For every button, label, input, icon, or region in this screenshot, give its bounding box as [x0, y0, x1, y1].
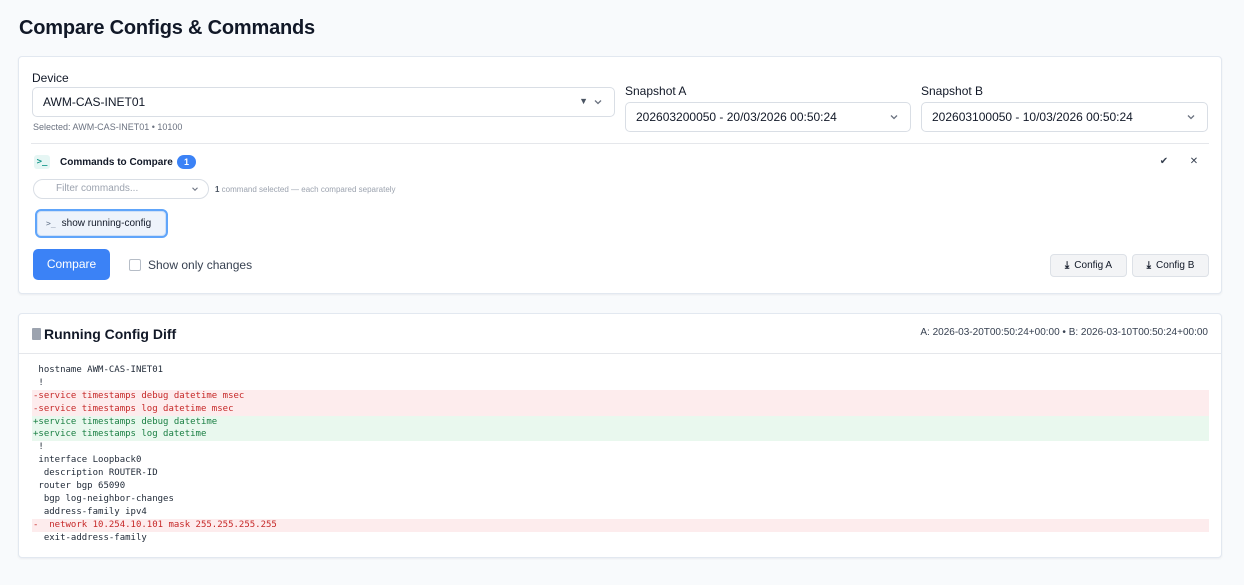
device-label: Device — [32, 71, 69, 85]
diff-line-added: +service timestamps log datetime — [32, 428, 1209, 442]
page-title: Compare Configs & Commands — [19, 17, 315, 39]
check-icon: ✔ — [1159, 156, 1169, 167]
filter-commands-input[interactable]: Filter commands... — [33, 179, 209, 199]
device-select-value: AWM-CAS-INET01 — [43, 95, 146, 109]
diff-line: router bgp 65090 — [33, 481, 126, 492]
config-b-label: Config B — [1156, 260, 1195, 271]
diff-meta: A: 2026-03-20T00:50:24+00:00 • B: 2026-0… — [920, 327, 1208, 338]
config-a-label: Config A — [1074, 260, 1113, 271]
filter-commands-placeholder: Filter commands... — [56, 183, 139, 194]
diff-card: Running Config Diff A: 2026-03-20T00:50:… — [18, 313, 1222, 558]
download-icon: ⤓ — [1064, 260, 1070, 271]
diff-line-removed: - network 10.254.10.101 mask 255.255.255… — [32, 518, 1209, 532]
device-select[interactable]: AWM-CAS-INET01 ▼ — [32, 87, 615, 117]
snapshot-a-select[interactable]: 202603200050 - 20/03/2026 00:50:24 — [625, 102, 911, 132]
diff-line: bgp log-neighbor-changes — [33, 493, 174, 504]
download-icon: ⤓ — [1146, 260, 1152, 271]
snapshot-a-label: Snapshot A — [625, 84, 687, 98]
diff-body: hostname AWM-CAS-INET01 ! -service timest… — [32, 364, 1209, 544]
device-hint: Selected: AWM-CAS-INET01 • 10100 — [33, 122, 183, 132]
select-all-button[interactable]: ✔ — [1156, 154, 1172, 170]
show-only-changes-checkbox[interactable] — [129, 259, 141, 271]
compare-form-card: Device AWM-CAS-INET01 ▼ Selected: AWM-CA… — [18, 56, 1222, 294]
download-config-b-button[interactable]: ⤓ Config B — [1132, 254, 1209, 277]
diff-line: ! — [33, 442, 44, 453]
terminal-icon: >_ — [34, 155, 50, 169]
snapshot-b-select[interactable]: 202603100050 - 10/03/2026 00:50:24 — [921, 102, 1208, 132]
diff-line-added: +service timestamps debug datetime — [32, 415, 1209, 429]
diff-line-removed: -service timestamps log datetime msec — [32, 402, 1209, 416]
snapshot-b-value: 202603100050 - 10/03/2026 00:50:24 — [932, 110, 1133, 124]
chevron-down-icon — [594, 100, 602, 105]
command-chip-label: show running-config — [61, 218, 152, 229]
file-icon — [32, 328, 41, 340]
snapshot-a-value: 202603200050 - 20/03/2026 00:50:24 — [636, 110, 837, 124]
chevron-down-icon — [890, 115, 898, 120]
section-divider — [31, 143, 1209, 144]
download-config-a-button[interactable]: ⤓ Config A — [1050, 254, 1127, 277]
dropdown-triangle-icon: ▼ — [579, 96, 588, 106]
close-icon: ✕ — [1189, 156, 1199, 167]
terminal-icon: >_ — [46, 219, 56, 228]
show-only-changes-label[interactable]: Show only changes — [148, 258, 252, 272]
diff-line: hostname AWM-CAS-INET01 — [33, 365, 164, 375]
compare-button[interactable]: Compare — [33, 249, 110, 280]
snapshot-b-label: Snapshot B — [921, 84, 984, 98]
diff-header: Running Config Diff A: 2026-03-20T00:50:… — [19, 314, 1221, 354]
chevron-down-icon — [192, 187, 198, 192]
selection-info-text: command selected — each compared separat… — [219, 185, 396, 194]
commands-count-badge: 1 — [177, 155, 196, 169]
chevron-down-icon — [1187, 115, 1195, 120]
diff-line: address-family ipv4 — [33, 506, 147, 517]
diff-line: description ROUTER-ID — [33, 468, 158, 479]
diff-line: exit-address-family — [33, 532, 147, 543]
selection-info: 1 command selected — each compared separ… — [215, 185, 396, 194]
diff-line: ! — [33, 377, 44, 388]
diff-line-removed: -service timestamps debug datetime msec — [32, 389, 1209, 403]
command-chip[interactable]: >_ show running-config — [35, 209, 168, 238]
clear-selection-button[interactable]: ✕ — [1186, 154, 1202, 170]
diff-line: interface Loopback0 — [33, 455, 142, 466]
commands-section-title: Commands to Compare — [60, 157, 173, 168]
diff-title: Running Config Diff — [44, 326, 177, 342]
